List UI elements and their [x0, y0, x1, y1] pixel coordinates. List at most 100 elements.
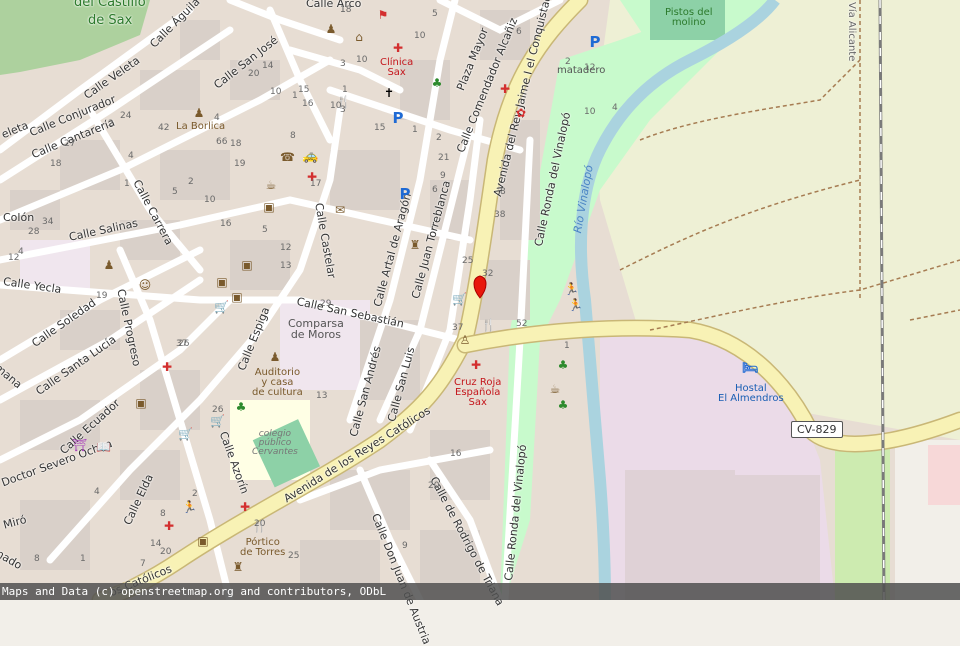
poi-portico: Pórtico de Torres [240, 537, 286, 558]
atm-icon[interactable]: ▣ [134, 396, 148, 410]
street-colon: Colón [3, 211, 35, 224]
pharmacy-icon[interactable]: ✚ [238, 500, 252, 514]
house-number: 16 [450, 449, 462, 459]
theatre-icon[interactable]: ♟ [268, 350, 282, 364]
playground-icon[interactable]: ♣ [430, 76, 444, 90]
atm-icon[interactable]: ▣ [240, 258, 254, 272]
house-number: 20 [248, 69, 260, 79]
atm-icon[interactable]: ▣ [230, 290, 244, 304]
poi-pistos: Pistos del molino [665, 7, 713, 28]
monument-icon[interactable]: ♜ [231, 560, 245, 574]
house-number: 12 [584, 63, 596, 73]
house-number: 4 [612, 103, 618, 113]
house-number: 1 [80, 554, 86, 564]
info-icon[interactable]: ⚑ [376, 8, 390, 22]
house-number: 16 [220, 219, 232, 229]
house-number: 38 [494, 210, 506, 220]
house-number: 28 [28, 227, 40, 237]
house-number: 5 [262, 225, 268, 235]
house-number: 13 [280, 261, 292, 271]
house-number: 9 [402, 541, 408, 551]
shop-icon[interactable]: 🛒 [452, 292, 467, 306]
house-number: 1 [342, 85, 348, 95]
house-number: 15 [298, 85, 310, 95]
bank-icon[interactable]: ⌂ [352, 30, 366, 44]
house-number: 18 [340, 5, 352, 15]
pharmacy-icon[interactable]: ✚ [391, 41, 405, 55]
place-of-worship-icon[interactable]: ✝ [382, 86, 396, 100]
house-number: 52 [516, 319, 528, 329]
library-icon[interactable]: 📖 [96, 440, 111, 454]
monument-icon[interactable]: ♜ [408, 238, 422, 252]
poi-matadero: matadero [557, 65, 606, 76]
parking-icon[interactable]: P [398, 187, 412, 202]
house-number: 12 [280, 243, 292, 253]
house-number: 2 [108, 119, 114, 129]
shop-icon[interactable]: 🛒 [210, 414, 225, 428]
playground-icon[interactable]: ♣ [234, 400, 248, 414]
house-number: 19 [96, 291, 108, 301]
fitness-icon[interactable]: 🏃 [568, 298, 583, 312]
atm-icon[interactable]: ▣ [215, 275, 229, 289]
pharmacy-icon[interactable]: ✚ [498, 82, 512, 96]
monument-icon[interactable]: ♙ [458, 333, 472, 347]
poi-clinica: Clínica Sax [380, 57, 414, 78]
taxi-icon[interactable]: 🚕 [302, 150, 318, 164]
house-number: 4 [128, 151, 134, 161]
pharmacy-icon[interactable]: ✚ [469, 358, 483, 372]
castle-label-1: del Castillo [74, 0, 146, 10]
cafe-icon[interactable]: ☕ [264, 178, 278, 192]
castle-label-2: de Sax [88, 13, 133, 28]
house-number: 8 [160, 509, 166, 519]
house-number: 4 [18, 247, 24, 257]
theatre-icon[interactable]: ♟ [324, 22, 338, 36]
house-number: 7 [140, 559, 146, 569]
house-number: 2 [192, 489, 198, 499]
veterinary-icon[interactable]: ✿ [514, 106, 528, 120]
house-number: 29 [320, 299, 332, 309]
mail-icon[interactable]: ✉ [333, 203, 347, 217]
fitness-icon[interactable]: 🏃 [182, 500, 197, 514]
toy-shop-icon[interactable]: ⛩ [72, 438, 87, 452]
house-number: 2 [565, 57, 571, 67]
poi-borlica: La Borlica [176, 121, 226, 132]
atm-icon[interactable]: ▣ [262, 200, 276, 214]
playground-icon[interactable]: ♣ [556, 358, 570, 372]
pharmacy-icon[interactable]: ✚ [162, 519, 176, 533]
theatre-icon[interactable]: ♟ [192, 106, 206, 120]
pharmacy-icon[interactable]: ✚ [160, 360, 174, 374]
house-number: 5 [432, 9, 438, 19]
poi-auditorio: Auditorio y casa de cultura [252, 367, 303, 398]
fitness-icon[interactable]: 🏃 [564, 282, 579, 296]
house-number: 18 [230, 139, 242, 149]
parking-icon[interactable]: P [588, 35, 602, 50]
poi-cruz-roja: Cruz Roja Española Sax [454, 377, 502, 408]
house-number: 26 [212, 405, 224, 415]
house-number: 20 [254, 519, 266, 529]
atm-icon[interactable]: ▣ [196, 534, 210, 548]
house-number: 6 [516, 27, 522, 37]
playground-icon[interactable]: ♣ [556, 398, 570, 412]
parking-icon[interactable]: P [391, 111, 405, 126]
shop-icon[interactable]: 🛒 [178, 427, 193, 441]
theatre-icon[interactable]: ☺ [138, 278, 152, 292]
house-number: 13 [316, 391, 328, 401]
map-attribution[interactable]: Maps and Data (c) openstreetmap.org and … [0, 583, 960, 600]
house-number: 3 [340, 59, 346, 69]
house-number: 15 [374, 123, 386, 133]
hotel-icon[interactable]: 🛏 [742, 362, 759, 376]
house-number: 8 [34, 554, 40, 564]
house-number: 5 [172, 187, 178, 197]
phone-icon[interactable]: ☎ [280, 150, 295, 164]
house-number: 20 [160, 547, 172, 557]
restaurant-icon[interactable]: 🍴 [481, 318, 496, 332]
cafe-icon[interactable]: ☕ [548, 382, 562, 396]
theatre-icon[interactable]: ♟ [102, 258, 116, 272]
shop-icon[interactable]: 🛒 [214, 300, 229, 314]
house-number: 17 [310, 179, 322, 189]
house-number: 10 [270, 87, 282, 97]
house-number: 10 [414, 31, 426, 41]
house-number: 1 [124, 179, 130, 189]
house-number: 34 [42, 217, 54, 227]
street-arco: Calle Arco [306, 0, 362, 10]
